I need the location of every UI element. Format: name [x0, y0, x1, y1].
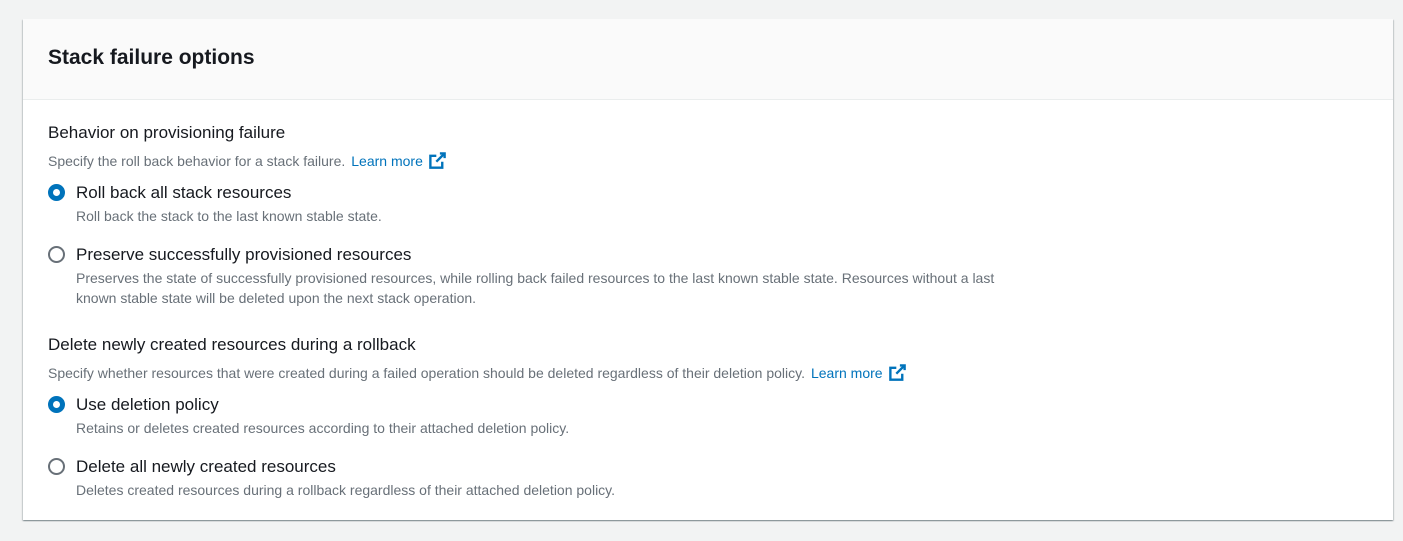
panel-body: Behavior on provisioning failure Specify… — [23, 100, 1393, 500]
rollback-delete-label: Delete newly created resources during a … — [48, 335, 416, 354]
provisioning-failure-description-text: Specify the roll back behavior for a sta… — [48, 152, 346, 169]
option-label: Roll back all stack resources — [76, 183, 292, 202]
learn-more-link-rollback[interactable]: Learn more — [811, 363, 907, 382]
radio-option-roll-back-all[interactable]: Roll back all stack resources Roll back … — [48, 182, 1368, 226]
external-link-icon — [888, 364, 906, 381]
radio-button-roll-back-all[interactable] — [48, 184, 65, 201]
learn-more-link-provisioning[interactable]: Learn more — [351, 151, 447, 170]
rollback-delete-description-text: Specify whether resources that were crea… — [48, 364, 805, 381]
option-text: Delete all newly created resources Delet… — [76, 456, 615, 500]
provisioning-failure-label: Behavior on provisioning failure — [48, 123, 286, 142]
stack-failure-options-panel: Stack failure options Behavior on provis… — [23, 19, 1393, 520]
learn-more-label: Learn more — [810, 364, 883, 381]
radio-option-preserve-resources[interactable]: Preserve successfully provisioned resour… — [48, 244, 1368, 308]
panel-header: Stack failure options — [23, 19, 1393, 100]
radio-option-delete-all-new[interactable]: Delete all newly created resources Delet… — [48, 456, 1368, 500]
radio-button-preserve-resources[interactable] — [48, 246, 65, 263]
radio-button-delete-all-new[interactable] — [48, 458, 65, 475]
option-description: Retains or deletes created resources acc… — [76, 420, 570, 436]
external-link-icon — [429, 152, 446, 169]
option-text: Preserve successfully provisioned resour… — [76, 244, 1006, 308]
provisioning-failure-description: Specify the roll back behavior for a sta… — [48, 151, 1368, 170]
option-label: Use deletion policy — [76, 395, 219, 414]
rollback-delete-description: Specify whether resources that were crea… — [48, 363, 1368, 382]
option-label: Preserve successfully provisioned resour… — [76, 245, 412, 264]
radio-button-use-deletion-policy[interactable] — [48, 396, 65, 413]
rollback-delete-group: Delete newly created resources during a … — [48, 334, 1368, 500]
learn-more-label: Learn more — [351, 152, 423, 169]
option-description: Deletes created resources during a rollb… — [76, 482, 616, 498]
option-text: Use deletion policy Retains or deletes c… — [76, 394, 569, 438]
option-description: Preserves the state of successfully prov… — [76, 270, 995, 306]
option-text: Roll back all stack resources Roll back … — [76, 182, 382, 226]
radio-option-use-deletion-policy[interactable]: Use deletion policy Retains or deletes c… — [48, 394, 1368, 438]
provisioning-failure-group: Behavior on provisioning failure Specify… — [48, 122, 1368, 308]
option-label: Delete all newly created resources — [76, 457, 336, 476]
option-description: Roll back the stack to the last known st… — [76, 208, 382, 224]
panel-title: Stack failure options — [48, 46, 255, 69]
